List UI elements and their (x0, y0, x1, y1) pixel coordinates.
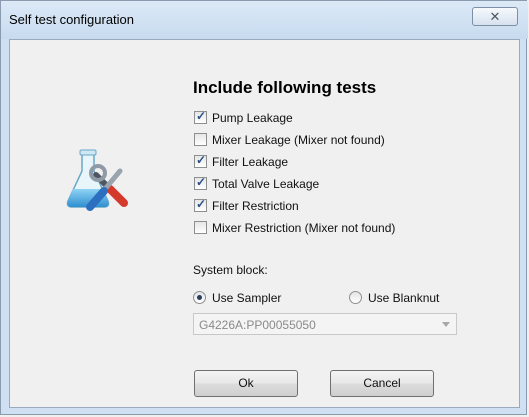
checkmark-icon: ✓ (196, 175, 207, 189)
test-label: Total Valve Leakage (212, 177, 320, 191)
section-heading: Include following tests (193, 78, 377, 97)
radio-button[interactable] (349, 291, 362, 304)
radio-label: Use Sampler (212, 291, 282, 305)
test-tools-icon (66, 149, 128, 211)
checkmark-icon: ✓ (196, 153, 207, 167)
dialog-body: Include following tests ✓ Pump Leakage Mix… (9, 39, 520, 408)
system-block-label: System block: (193, 263, 268, 277)
cancel-button[interactable]: Cancel (330, 370, 434, 397)
test-label: Mixer Restriction (Mixer not found) (212, 221, 396, 235)
test-label: Filter Restriction (212, 199, 299, 213)
test-label: Filter Leakage (212, 155, 289, 169)
test-checkbox[interactable]: ✓ (194, 153, 207, 168)
checkmark-icon: ✓ (196, 197, 207, 211)
close-button[interactable]: ✕ (472, 7, 518, 26)
checkmark-icon: ✓ (196, 109, 207, 123)
test-checkbox[interactable] (194, 133, 207, 146)
close-icon: ✕ (489, 9, 501, 24)
radio-label: Use Blanknut (368, 291, 440, 305)
test-checkbox[interactable]: ✓ (194, 197, 207, 212)
title-bar: Self test configuration ✕ (1, 1, 528, 39)
window-title: Self test configuration (9, 12, 135, 27)
dialog-window: Self test configuration ✕ Include follow… (0, 0, 528, 415)
test-checkbox[interactable]: ✓ (194, 109, 207, 124)
system-block-dropdown[interactable]: G4226A:PP00055050 (193, 313, 457, 335)
ok-button[interactable]: Ok (194, 370, 298, 397)
test-checkbox[interactable] (194, 221, 207, 234)
dropdown-value: G4226A:PP00055050 (199, 318, 316, 332)
test-checkbox[interactable]: ✓ (194, 175, 207, 190)
test-label: Mixer Leakage (Mixer not found) (212, 133, 385, 147)
radio-selected-dot (197, 295, 202, 300)
radio-button[interactable] (193, 291, 206, 304)
test-label: Pump Leakage (212, 111, 293, 125)
chevron-down-icon (442, 322, 450, 327)
